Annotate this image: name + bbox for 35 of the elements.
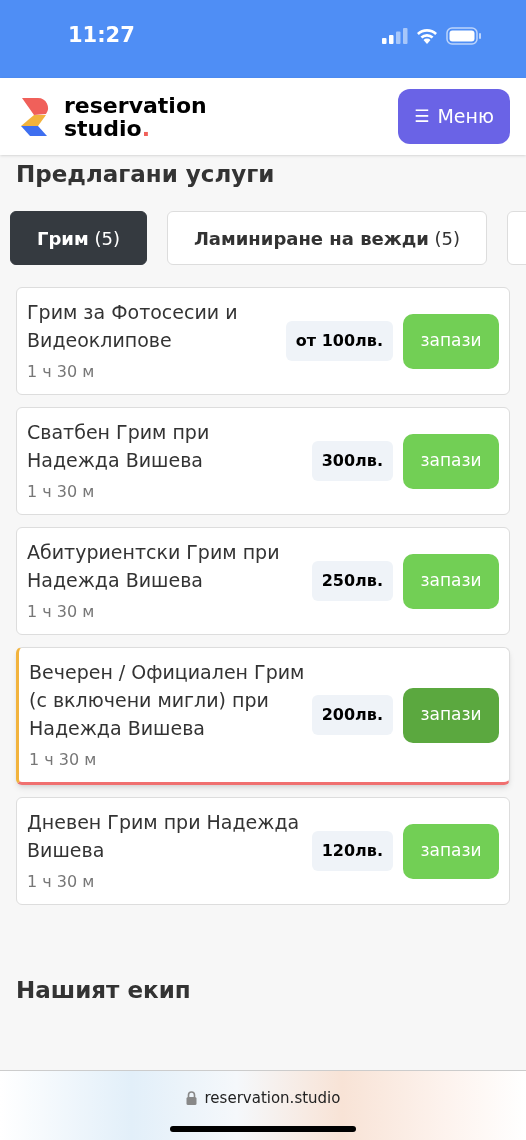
signal-icon <box>382 28 408 44</box>
service-card[interactable]: Сватбен Грим при Надежда Вишева 1 ч 30 м 300лв. запази <box>16 407 510 515</box>
status-time: 11:27 <box>68 22 135 50</box>
service-name: Сватбен Грим при Надежда Вишева <box>27 420 211 473</box>
service-card[interactable]: Абитуриентски Грим при Надежда Вишева 1 ч 30 м 250лв. запази <box>16 527 510 635</box>
wifi-icon <box>416 28 438 44</box>
service-card[interactable]: Дневен Грим при Надежда Вишева 1 ч 30 м 120лв. запази <box>16 797 510 905</box>
service-duration: 1 ч 30 м <box>29 749 98 771</box>
tab[interactable]: Ламиниране на вежди (5) <box>166 211 488 265</box>
service-name: Вечерен / Официален Грим (с включени мигли) при Надежда Вишева <box>29 660 306 741</box>
service-duration: 1 ч 30 м <box>27 601 96 623</box>
section-heading: Нашият екип <box>16 976 192 1005</box>
service-name: Грим за Фотосесии и Видеоклипове <box>27 300 239 353</box>
price-tag: 300лв. <box>311 441 393 481</box>
logo-icon <box>20 95 50 138</box>
price-tag: 250лв. <box>311 561 393 601</box>
service-card[interactable]: Вечерен / Официален Грим (с включени мигли) при Надежда Вишева 1 ч 30 м 200лв. запази <box>16 647 510 785</box>
logo-text: studio. <box>64 116 152 140</box>
service-name: Абитуриентски Грим при Надежда Вишева <box>27 540 281 593</box>
service-duration: 1 ч 30 м <box>27 871 96 893</box>
logo-text: reservation <box>64 93 207 117</box>
service-duration: 1 ч 30 м <box>27 481 96 503</box>
url-text[interactable]: reservation.studio <box>204 1087 341 1110</box>
lock-icon <box>185 1091 197 1106</box>
battery-icon <box>446 27 482 45</box>
service-card[interactable]: Грим за Фотосесии и Видеоклипове 1 ч 30 м от 100лв. запази <box>16 287 510 395</box>
tab[interactable]: Грим (5) <box>10 211 147 265</box>
section-heading: Предлагани услуги <box>16 160 276 189</box>
service-duration: 1 ч 30 м <box>27 361 96 383</box>
menu-button[interactable]: ☰ Меню <box>398 89 510 144</box>
price-tag: от 100лв. <box>285 321 393 361</box>
price-tag: 200лв. <box>311 695 393 735</box>
home-indicator[interactable] <box>170 1125 356 1132</box>
service-name: Дневен Грим при Надежда Вишева <box>27 810 301 863</box>
price-tag: 120лв. <box>311 831 393 871</box>
